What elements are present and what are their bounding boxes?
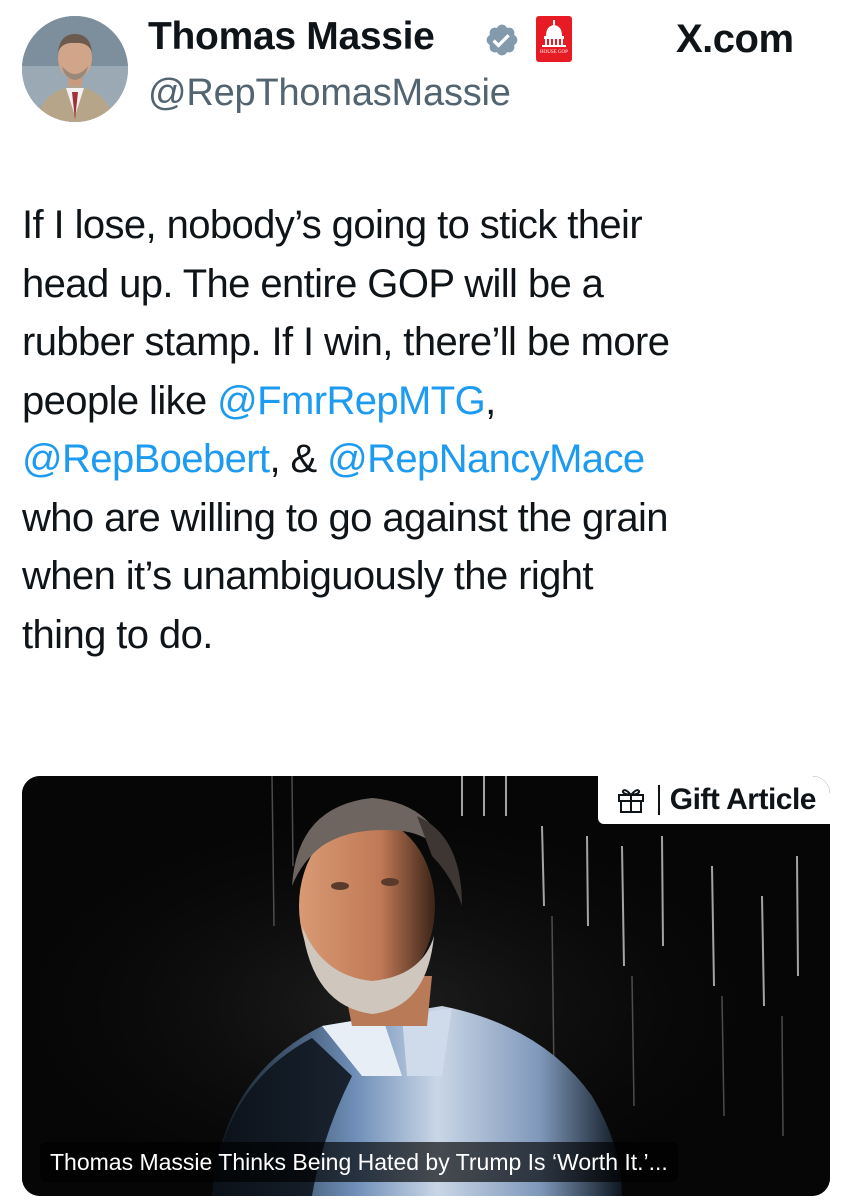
- author-handle[interactable]: @RepThomasMassie: [148, 68, 511, 118]
- tweet-text: If I lose, nobody’s going to stick their…: [22, 196, 832, 664]
- tweet-text-run: thing to do.: [22, 612, 213, 657]
- tweet-text-run: people like: [22, 378, 218, 423]
- mention-repboebert[interactable]: @RepBoebert: [22, 437, 270, 481]
- article-photo: [22, 776, 830, 1196]
- house-gop-badge-icon: HOUSE GOP: [536, 16, 572, 62]
- mention-repnancymace[interactable]: @RepNancyMace: [327, 437, 645, 481]
- tweet-line: rubber stamp. If I win, there’ll be more: [22, 313, 832, 372]
- gift-article-button[interactable]: Gift Article: [597, 776, 830, 824]
- tweet-text-run: head up. The entire GOP will be a: [22, 261, 604, 306]
- tweet-line: who are willing to go against the grain: [22, 489, 832, 548]
- tweet-text-run: , &: [269, 437, 328, 481]
- tweet-text-run: when it’s unambiguously the right: [22, 554, 594, 598]
- gift-article-label: Gift Article: [669, 783, 817, 816]
- gift-icon: [617, 789, 644, 813]
- tweet-text-run: rubber stamp. If I win, there’ll be more: [22, 320, 670, 364]
- tweet-text-run: If I lose, nobody’s going to stick their: [22, 203, 643, 247]
- tweet-line: head up. The entire GOP will be a: [22, 255, 832, 314]
- verified-badge-icon: [484, 22, 520, 58]
- svg-text:HOUSE GOP: HOUSE GOP: [540, 50, 568, 55]
- tweet-text-run: ,: [485, 378, 496, 423]
- tweet-line: people like @FmrRepMTG,: [22, 372, 832, 431]
- author-avatar[interactable]: [22, 16, 128, 122]
- tweet-line: when it’s unambiguously the right: [22, 547, 832, 606]
- tweet-line: If I lose, nobody’s going to stick their: [22, 196, 832, 255]
- author-name[interactable]: Thomas Massie: [148, 12, 435, 62]
- article-caption[interactable]: Thomas Massie Thinks Being Hated by Trum…: [40, 1142, 678, 1182]
- mention-fmrrepmtg[interactable]: @FmrRepMTG: [217, 379, 486, 423]
- tweet-line: @RepBoebert, & @RepNancyMace: [22, 430, 832, 489]
- article-media-card[interactable]: Gift Article Thomas Massie Thinks Being …: [22, 776, 830, 1196]
- tweet-line: thing to do.: [22, 606, 832, 665]
- site-label: X.com: [676, 17, 794, 61]
- tweet-text-run: who are willing to go against the grain: [22, 495, 669, 540]
- gift-divider: [657, 785, 660, 815]
